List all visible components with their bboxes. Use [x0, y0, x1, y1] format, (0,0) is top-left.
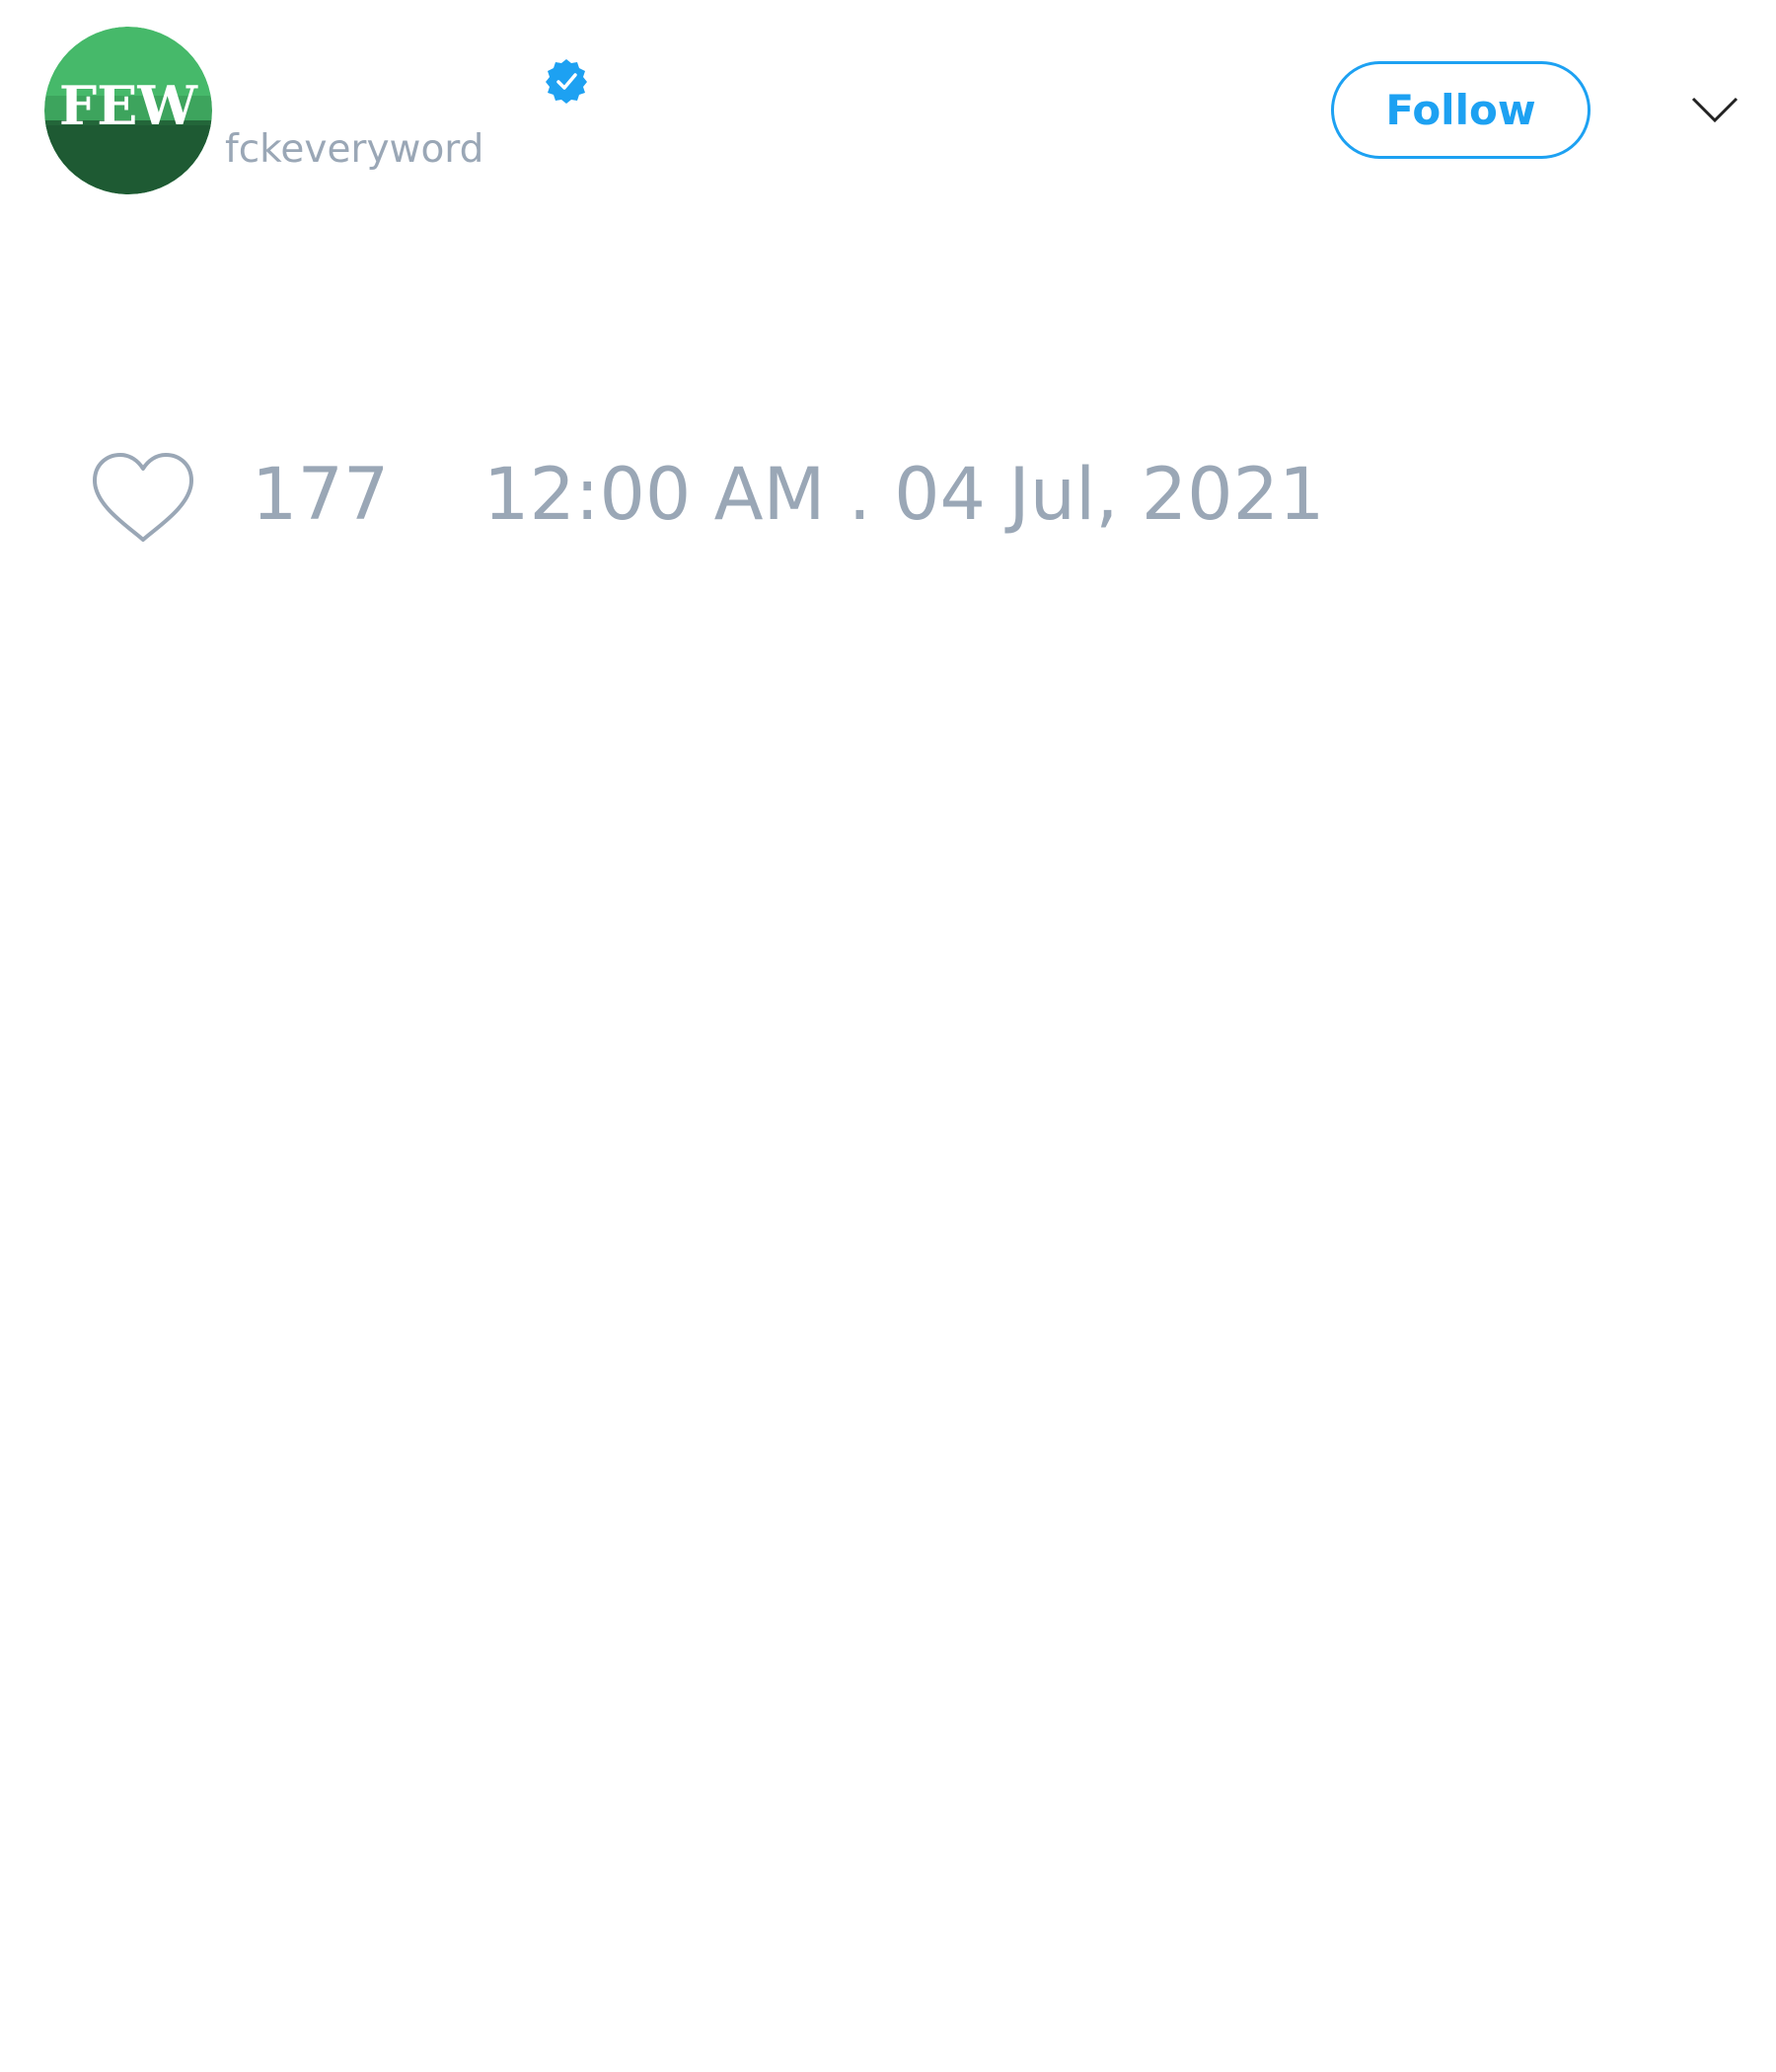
tweet-timestamp[interactable]: 12:00 AM . 04 Jul, 2021 [483, 456, 1324, 535]
chevron-down-icon[interactable] [1689, 89, 1740, 128]
heart-icon[interactable] [89, 449, 197, 548]
avatar[interactable]: FEW [44, 27, 212, 194]
verified-badge-icon [543, 57, 590, 105]
display-name[interactable] [225, 54, 541, 113]
tweet-card: FEW fckeveryword Follow 177 12:00 AM . 0… [0, 0, 1776, 2072]
like-count: 177 [252, 453, 390, 537]
avatar-logo-text: FEW [59, 74, 198, 137]
avatar-image: FEW [44, 27, 212, 194]
user-handle[interactable]: fckeveryword [225, 124, 483, 176]
follow-button[interactable]: Follow [1331, 61, 1591, 159]
